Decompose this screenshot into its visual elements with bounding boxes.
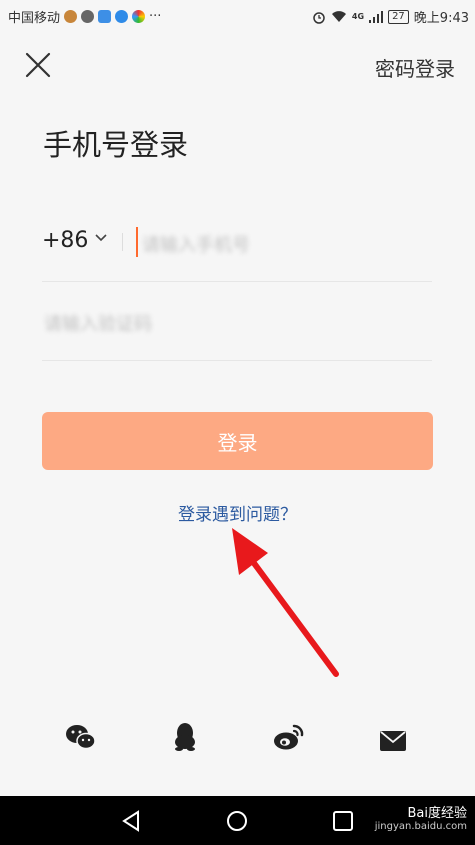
chevron-down-icon[interactable] [94,231,108,245]
wechat-icon[interactable] [65,722,97,752]
divider [122,233,123,251]
message-notification-icon [81,10,95,23]
back-icon[interactable] [120,810,142,832]
clock-label: 晚上9:43 [413,11,469,26]
watermark-brand: Bai度经验 [407,806,468,821]
text-cursor [136,227,138,257]
battery-indicator: 27 [388,9,409,24]
bird-notification-icon [115,10,129,23]
home-icon[interactable] [226,810,248,832]
watermark-url: jingyan.baidu.com [374,821,467,832]
top-bar: 密码登录 [0,45,475,85]
network-type-label: 4G [351,12,365,21]
app-notification-icon [64,10,78,23]
phone-input-row: +86 请输入手机号 [42,203,432,282]
signal-icon [369,10,384,23]
carrier-label: 中国移动 [8,11,61,26]
close-icon[interactable] [24,51,52,79]
login-trouble-link[interactable]: 登录遇到问题？ [0,500,475,525]
weibo-icon[interactable] [273,722,305,752]
wifi-icon [331,11,346,22]
code-input-row: 请输入验证码 [42,282,432,361]
phone-input[interactable]: 请输入手机号 [142,231,250,257]
mail-icon[interactable] [380,726,406,756]
alarm-icon [313,11,325,24]
watermark: Bai度经验 jingyan.baidu.com [375,802,467,832]
recent-apps-icon[interactable] [332,810,354,832]
verification-code-input[interactable]: 请输入验证码 [44,310,152,336]
login-button[interactable]: 登录 [42,412,433,470]
status-bar: 中国移动 ··· 4G 27 晚上9:43 [0,0,475,32]
browser-notification-icon [132,10,146,23]
country-code-selector[interactable]: +86 [42,228,88,253]
more-notifications-icon: ··· [149,9,162,24]
qq-icon[interactable] [172,722,198,752]
password-login-link[interactable]: 密码登录 [375,53,455,82]
page-title: 手机号登录 [43,128,189,162]
chat-notification-icon [98,10,112,23]
navigation-bar: Bai度经验 jingyan.baidu.com [0,796,475,845]
